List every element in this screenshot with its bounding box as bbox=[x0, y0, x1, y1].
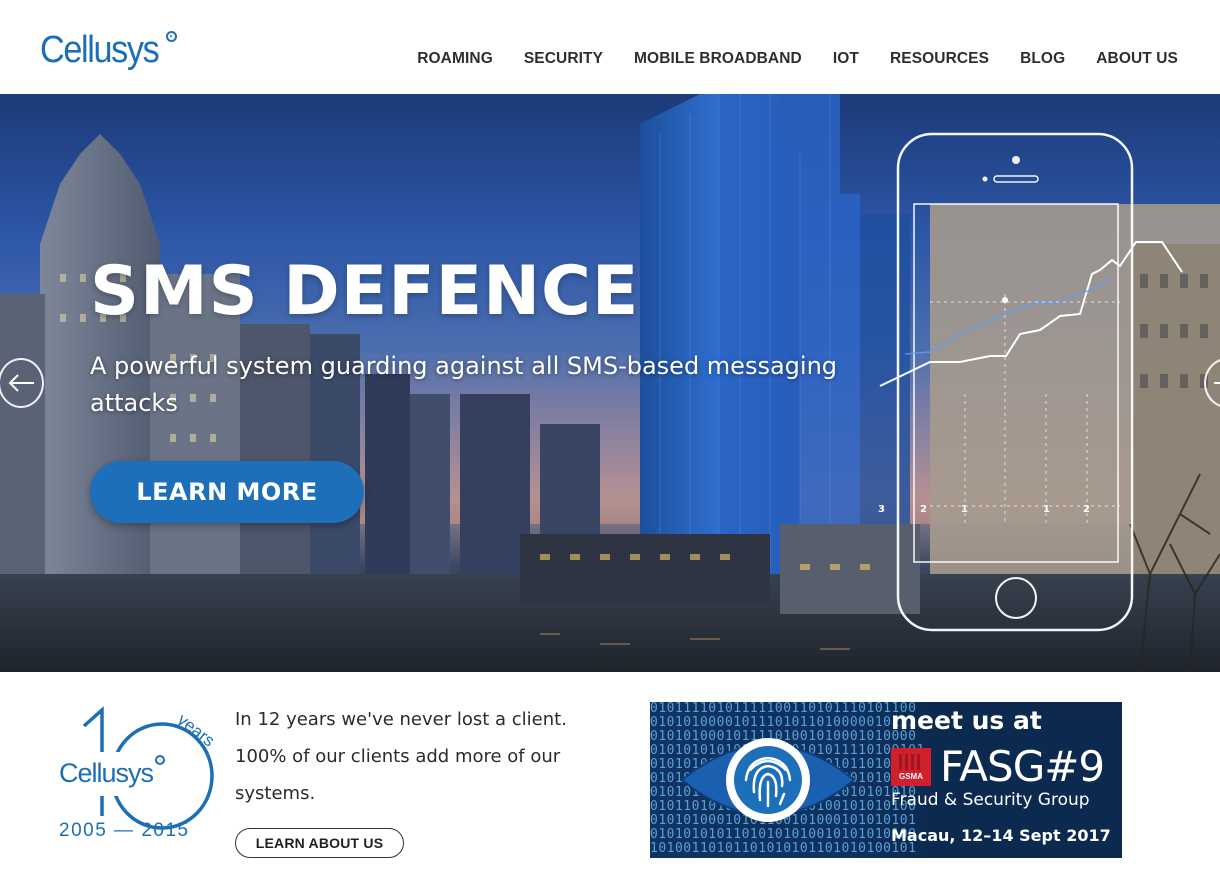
promo-event-name: FASG#9 bbox=[940, 742, 1105, 791]
nav-blog[interactable]: BLOG bbox=[1020, 50, 1065, 68]
phone-tick-label: 2 bbox=[920, 504, 927, 515]
promo-event-subtitle: Fraud & Security Group bbox=[891, 790, 1090, 810]
hero-subtitle: A powerful system guarding against all S… bbox=[90, 352, 838, 417]
learn-more-button[interactable]: LEARN MORE bbox=[90, 461, 364, 523]
nav-iot[interactable]: IOT bbox=[833, 50, 859, 68]
cellusys-logo[interactable]: Cellusys bbox=[40, 28, 177, 72]
phone-tick-label: 1 bbox=[1043, 504, 1050, 515]
logo-text: Cellusys bbox=[40, 29, 160, 71]
phone-tick-label: 1 bbox=[961, 504, 968, 515]
fasg9-promo-banner[interactable]: 01011110101111100110101110101100 0101010… bbox=[650, 702, 1122, 858]
site-header: Cellusys ROAMING SECURITY MOBILE BROADBA… bbox=[0, 0, 1220, 94]
badge-brand: Cellusys bbox=[59, 758, 154, 788]
logo-ring-icon bbox=[165, 31, 177, 42]
hero-title: SMS DEFENCE bbox=[90, 252, 640, 331]
nav-resources[interactable]: RESOURCES bbox=[890, 50, 989, 68]
gsma-label: GSMA bbox=[899, 772, 923, 781]
arrow-left-icon bbox=[8, 374, 34, 392]
learn-about-us-button[interactable]: LEARN ABOUT US bbox=[235, 828, 404, 858]
badge-years-label: years bbox=[174, 710, 218, 751]
phone-tick-label: 3 bbox=[878, 504, 885, 515]
arrow-right-icon bbox=[1214, 382, 1220, 384]
badge-range: 2005 — 2015 bbox=[59, 820, 190, 841]
nav-about-us[interactable]: ABOUT US bbox=[1096, 50, 1178, 68]
slider-prev-button[interactable] bbox=[0, 358, 44, 408]
nav-security[interactable]: SECURITY bbox=[524, 50, 603, 68]
ten-years-badge: years Cellusys 2005 — 2015 bbox=[58, 706, 218, 841]
hero-slider: 3 2 1 1 2 SMS DEFENCE A powerful system … bbox=[0, 94, 1220, 672]
promo-meet-label: meet us at bbox=[891, 706, 1042, 735]
fingerprint-eye-icon bbox=[680, 738, 856, 822]
phone-tick-label: 2 bbox=[1083, 504, 1090, 515]
nav-roaming[interactable]: ROAMING bbox=[417, 50, 493, 68]
main-nav: ROAMING SECURITY MOBILE BROADBAND IOT RE… bbox=[417, 50, 1178, 68]
promo-event-date: Macau, 12–14 Sept 2017 bbox=[891, 826, 1111, 845]
nav-mobile-broadband[interactable]: MOBILE BROADBAND bbox=[634, 50, 802, 68]
gsma-logo: GSMA bbox=[891, 748, 931, 786]
intro-text: In 12 years we've never lost a client. 1… bbox=[235, 709, 567, 804]
